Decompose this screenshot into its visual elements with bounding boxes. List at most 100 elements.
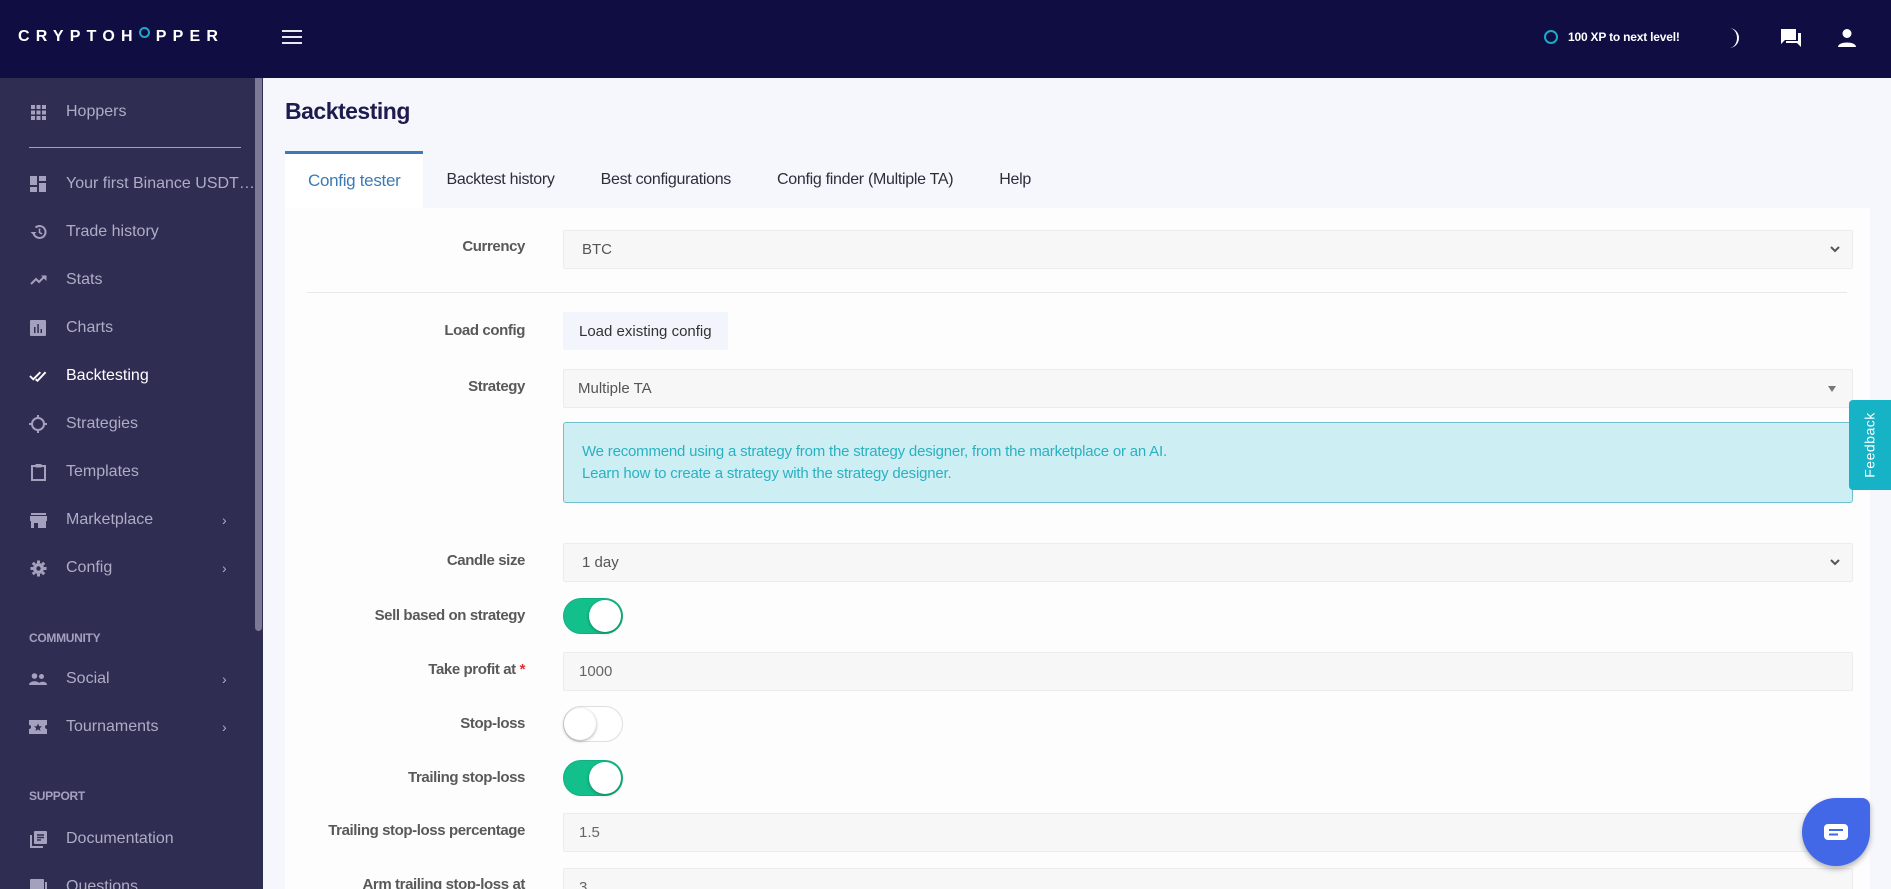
- chat-icon[interactable]: [1778, 25, 1804, 51]
- sidebar-item-strategies[interactable]: Strategies: [0, 404, 250, 444]
- sell-based-on-strategy-label: Sell based on strategy: [374, 607, 526, 624]
- sidebar-item-tournaments[interactable]: Tournaments ›: [0, 707, 250, 747]
- strategy-select[interactable]: Multiple TA: [563, 369, 1853, 408]
- logo-o-ring-icon: [138, 26, 150, 38]
- sidebar-item-label: Strategies: [66, 415, 139, 432]
- tab-best-configurations[interactable]: Best configurations: [578, 151, 754, 208]
- xp-progress[interactable]: 100 XP to next level!: [1544, 30, 1680, 44]
- sidebar-item-label: Your first Binance USDT…: [66, 175, 255, 192]
- crosshair-icon: [29, 415, 47, 433]
- required-asterisk: *: [519, 661, 526, 678]
- sidebar-item-label: Templates: [66, 463, 139, 480]
- clipboard-icon: [29, 463, 47, 481]
- library-books-icon: [29, 830, 47, 848]
- strategy-value: Multiple TA: [578, 380, 652, 397]
- sidebar-item-marketplace[interactable]: Marketplace ›: [0, 500, 250, 540]
- arm-trailing-stop-loss-label: Arm trailing stop-loss at: [362, 876, 525, 889]
- sidebar-item-questions[interactable]: Questions: [0, 867, 250, 889]
- toggle-knob: [589, 600, 621, 632]
- section-divider: [307, 292, 1847, 293]
- sidebar-item-hoppers[interactable]: Hoppers: [0, 92, 250, 132]
- dashboard-icon: [29, 175, 47, 193]
- backtesting-tabs: Config tester Backtest history Best conf…: [285, 151, 1054, 208]
- learn-strategy-designer-link[interactable]: Learn how to create a strategy with the …: [582, 463, 1852, 485]
- trending-up-icon: [29, 271, 47, 289]
- logo-text-end: PPER: [155, 28, 225, 45]
- take-profit-label: Take profit at *: [285, 661, 525, 678]
- tab-backtest-history[interactable]: Backtest history: [423, 151, 577, 208]
- strategy-label: Strategy: [468, 378, 525, 395]
- load-existing-config-button[interactable]: Load existing config: [563, 312, 728, 350]
- sidebar-item-backtesting[interactable]: Backtesting: [0, 356, 250, 396]
- sidebar-item-label: Questions: [66, 878, 139, 889]
- candle-size-select[interactable]: 1 day: [563, 543, 1853, 582]
- chevron-right-icon: ›: [222, 560, 227, 576]
- gear-icon: [29, 559, 47, 577]
- chevron-right-icon: ›: [222, 719, 227, 735]
- tab-config-finder[interactable]: Config finder (Multiple TA): [754, 151, 976, 208]
- recommend-strategy-link[interactable]: We recommend using a strategy from the s…: [582, 441, 1852, 463]
- menu-icon[interactable]: [282, 30, 302, 44]
- question-icon: [29, 878, 47, 889]
- top-navbar: CRYPTOH PPER 100 XP to next level!: [0, 0, 1891, 78]
- stop-loss-label: Stop-loss: [460, 715, 525, 732]
- sidebar-item-label: Charts: [66, 319, 114, 336]
- moon-icon[interactable]: [1721, 25, 1747, 51]
- feedback-button[interactable]: Feedback: [1849, 400, 1891, 490]
- caret-down-icon: [1828, 386, 1836, 392]
- double-check-icon: [29, 367, 47, 385]
- arm-trailing-stop-loss-input[interactable]: 3: [563, 868, 1853, 889]
- sidebar-item-config[interactable]: Config ›: [0, 548, 250, 588]
- sidebar-item-label: Marketplace: [66, 511, 154, 528]
- toggle-knob: [589, 762, 621, 794]
- main-content: Backtesting Config tester Backtest histo…: [263, 78, 1891, 889]
- sidebar-item-trade-history[interactable]: Trade history: [0, 212, 250, 252]
- chevron-right-icon: ›: [222, 512, 227, 528]
- sidebar-item-label: Tournaments: [66, 718, 159, 735]
- page-title: Backtesting: [285, 98, 410, 124]
- people-icon: [29, 670, 47, 688]
- user-icon[interactable]: [1834, 25, 1860, 51]
- sidebar-item-social[interactable]: Social ›: [0, 659, 250, 699]
- ticket-star-icon: [29, 718, 47, 736]
- store-icon: [29, 511, 47, 529]
- cryptohopper-logo[interactable]: CRYPTOH PPER: [18, 26, 225, 46]
- strategy-recommendation-alert: We recommend using a strategy from the s…: [563, 422, 1853, 503]
- trailing-stop-loss-toggle[interactable]: [563, 760, 623, 796]
- sidebar-item-label: Stats: [66, 271, 103, 288]
- sidebar-item-stats[interactable]: Stats: [0, 260, 250, 300]
- take-profit-value: 1000: [579, 663, 613, 680]
- sidebar-item-documentation[interactable]: Documentation: [0, 819, 250, 859]
- trailing-stop-loss-percentage-input[interactable]: 1.5: [563, 813, 1853, 852]
- sidebar-scrollbar[interactable]: [255, 78, 262, 631]
- xp-ring-icon: [1544, 30, 1558, 44]
- sidebar-item-label: Documentation: [66, 830, 174, 847]
- chat-message-icon: [1824, 824, 1848, 840]
- tab-config-tester[interactable]: Config tester: [285, 151, 424, 208]
- chevron-right-icon: ›: [222, 671, 227, 687]
- take-profit-label-text: Take profit at: [428, 661, 516, 678]
- take-profit-input[interactable]: 1000: [563, 652, 1853, 691]
- load-config-label: Load config: [444, 322, 525, 339]
- section-label-support: SUPPORT: [29, 789, 85, 803]
- feedback-label: Feedback: [1862, 412, 1879, 478]
- sidebar-item-label: Backtesting: [66, 367, 149, 384]
- section-label-community: COMMUNITY: [29, 631, 101, 645]
- stop-loss-toggle[interactable]: [563, 706, 623, 742]
- currency-select[interactable]: BTC: [563, 230, 1853, 269]
- bar-chart-icon: [29, 319, 47, 337]
- tab-help[interactable]: Help: [976, 151, 1054, 208]
- sidebar-item-charts[interactable]: Charts: [0, 308, 250, 348]
- currency-label: Currency: [462, 238, 525, 255]
- arm-trailing-stop-loss-value: 3: [579, 879, 588, 889]
- sidebar-item-templates[interactable]: Templates: [0, 452, 250, 492]
- chat-widget-button[interactable]: [1802, 798, 1870, 866]
- sell-based-on-strategy-toggle[interactable]: [563, 598, 623, 634]
- sidebar-item-label: Hoppers: [66, 103, 127, 120]
- currency-value: BTC: [582, 241, 612, 258]
- sidebar-item-label: Social: [66, 670, 110, 687]
- logo-text-start: CRYPTOH: [18, 28, 139, 45]
- trailing-stop-loss-label: Trailing stop-loss: [408, 769, 525, 786]
- sidebar-item-hopper-dashboard[interactable]: Your first Binance USDT…: [0, 164, 255, 204]
- candle-size-value: 1 day: [582, 554, 619, 571]
